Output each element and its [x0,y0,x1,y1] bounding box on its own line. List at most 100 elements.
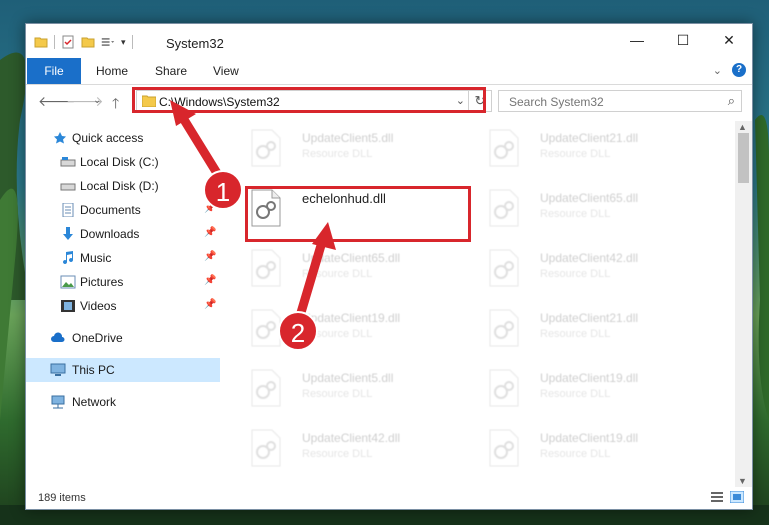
sidebar-item-local-disk-d[interactable]: Local Disk (D:) [26,174,220,198]
download-icon [63,227,73,240]
customize-toolbar-icon[interactable] [101,35,115,49]
sidebar-item-downloads[interactable]: Downloads 📌 [26,222,220,246]
sidebar-item-network[interactable]: Network [26,390,220,414]
list-item[interactable]: UpdateClient5.dll Resource DLL [232,123,462,171]
step-badge-1: 1 [203,170,243,210]
address-highlight-box [132,87,486,113]
list-item[interactable]: UpdateClient42.dll Resource DLL [470,243,700,291]
file-name: UpdateClient65.dll [302,251,401,265]
file-highlight-box [245,186,471,242]
file-type: Resource DLL [302,268,373,280]
quick-access-toolbar: ▾ [34,34,133,50]
cloud-icon [51,332,65,342]
file-type: Resource DLL [540,328,611,340]
close-button[interactable]: ✕ [706,24,752,56]
file-name: UpdateClient19.dll [540,371,639,385]
scroll-up-icon[interactable]: ▲ [738,122,747,132]
maximize-button[interactable]: ☐ [660,24,706,56]
tab-view[interactable]: View [213,58,239,84]
dll-file-icon [251,369,281,407]
scroll-thumb[interactable] [738,133,749,183]
sidebar-item-label: Documents [80,203,141,217]
up-arrow-icon[interactable]: 🡑 [112,93,119,117]
sidebar-item-documents[interactable]: Documents 📌 [26,198,220,222]
list-item[interactable]: UpdateClient21.dll Resource DLL [470,303,700,351]
pin-icon[interactable]: 📌 [204,227,216,238]
list-item[interactable]: UpdateClient19.dll Resource DLL [232,303,462,351]
file-name: UpdateClient19.dll [302,311,401,325]
sidebar-item-quick-access[interactable]: Quick access [26,126,220,150]
file-name: UpdateClient21.dll [540,311,639,325]
pictures-icon [60,275,76,289]
recent-locations-icon[interactable]: ⌄ [93,95,101,106]
view-toggle [710,491,744,503]
window-title: System32 [166,36,224,51]
sidebar-item-this-pc[interactable]: This PC [26,358,220,382]
drive-icon [60,183,76,191]
sidebar-item-local-disk-c[interactable]: Local Disk (C:) [26,150,220,174]
file-type: Resource DLL [302,148,373,160]
dll-file-icon [489,189,519,227]
tab-share[interactable]: Share [155,58,187,84]
toolbar-dropdown-icon[interactable]: ▾ [121,37,126,48]
step-badge-2: 2 [278,311,318,351]
folder-icon[interactable] [34,35,48,49]
sidebar-item-music[interactable]: Music 📌 [26,246,220,270]
file-type: Resource DLL [540,268,611,280]
sidebar-item-pictures[interactable]: Pictures 📌 [26,270,220,294]
search-icon[interactable]: ⌕ [728,93,735,109]
navigation-pane: Quick access Local Disk (C:) Local Disk … [26,124,220,484]
expand-ribbon-icon[interactable]: ⌄ [713,64,722,77]
file-type: Resource DLL [302,448,373,460]
file-name: UpdateClient21.dll [540,131,639,145]
properties-icon[interactable] [61,35,75,49]
list-item[interactable]: UpdateClient5.dll Resource DLL [232,363,462,411]
list-item[interactable]: UpdateClient42.dll Resource DLL [232,423,462,471]
large-icons-view-icon[interactable] [730,491,744,503]
pin-icon[interactable]: 📌 [204,275,216,286]
file-name: UpdateClient5.dll [302,371,394,385]
network-icon [51,395,65,409]
help-icon[interactable]: ? [732,63,746,77]
music-icon [63,251,74,265]
file-type: Resource DLL [540,208,611,220]
list-item[interactable]: UpdateClient65.dll Resource DLL [232,243,462,291]
dll-file-icon [489,129,519,167]
list-item[interactable]: UpdateClient21.dll Resource DLL [470,123,700,171]
vertical-scrollbar[interactable]: ▲ ▼ [735,121,752,487]
window-controls: — ☐ ✕ [614,24,752,56]
star-icon [54,132,66,144]
sidebar-item-label: Pictures [80,275,124,289]
computer-icon [50,363,66,376]
ribbon-tabs: File Home Share View ⌄ ? [26,58,752,85]
sidebar-item-onedrive[interactable]: OneDrive [26,326,220,350]
file-type: Resource DLL [540,148,611,160]
details-view-icon[interactable] [710,491,724,503]
list-item[interactable]: UpdateClient19.dll Resource DLL [470,423,700,471]
pin-icon[interactable]: 📌 [204,299,216,310]
tab-file[interactable]: File [27,58,81,84]
toolbar-divider [131,35,133,49]
pin-icon[interactable]: 📌 [204,251,216,262]
file-type: Resource DLL [302,388,373,400]
item-count: 189 items [38,492,86,504]
dll-file-icon [251,129,281,167]
sidebar-item-label: This PC [72,363,115,377]
file-type: Resource DLL [540,448,611,460]
sidebar-item-label: OneDrive [72,331,123,345]
list-item[interactable]: UpdateClient19.dll Resource DLL [470,363,700,411]
file-name: UpdateClient65.dll [540,191,639,205]
tab-home[interactable]: Home [96,58,128,84]
scroll-down-icon[interactable]: ▼ [738,476,747,486]
sidebar-item-videos[interactable]: Videos 📌 [26,294,220,318]
file-name: UpdateClient42.dll [302,431,401,445]
new-folder-icon[interactable] [81,35,95,49]
sidebar-item-label: Local Disk (C:) [80,155,159,169]
dll-file-icon [489,429,519,467]
documents-icon [62,203,74,217]
search-box[interactable]: ⌕ [498,90,742,112]
list-item[interactable]: UpdateClient65.dll Resource DLL [470,183,700,231]
dll-file-icon [251,429,281,467]
search-input[interactable] [507,93,711,111]
minimize-button[interactable]: — [614,24,660,56]
